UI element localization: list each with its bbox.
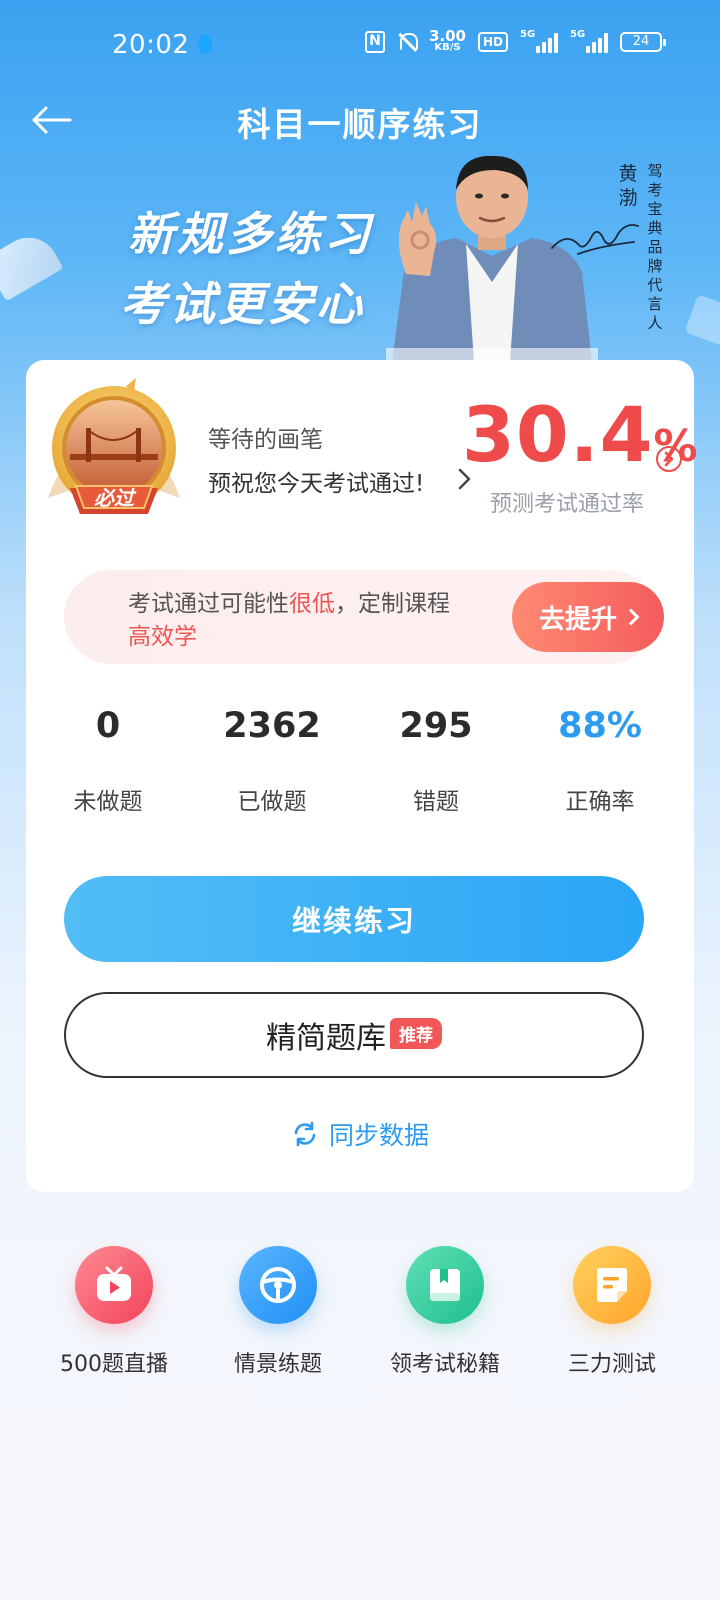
tool-shortcuts: 500题直播 情景练题 领考试秘籍 三力测试 bbox=[0, 1246, 720, 1386]
tool-exam-secrets[interactable]: 领考试秘籍 bbox=[361, 1246, 529, 1378]
mute-bell-icon bbox=[397, 31, 418, 53]
battery-icon: 24 bbox=[620, 32, 666, 52]
course-promo-banner[interactable]: 考试通过可能性很低，定制课程 高效学 去提升 bbox=[64, 570, 664, 664]
signal-2-label: 5G bbox=[570, 29, 586, 40]
tool-label: 500题直播 bbox=[60, 1352, 168, 1377]
stat-accuracy[interactable]: 88% 正确率 bbox=[520, 700, 680, 816]
tool-label: 领考试秘籍 bbox=[389, 1352, 500, 1377]
promo-text-after: ，定制课程 bbox=[335, 591, 450, 617]
signal-1-label: 5G bbox=[520, 29, 536, 40]
pass-rate-value: 30.4 bbox=[462, 390, 654, 479]
net-speed-unit: KB/S bbox=[434, 42, 461, 53]
simplified-bank-button[interactable]: 精简题库 推荐 bbox=[64, 992, 644, 1078]
stat-undone[interactable]: 0 未做题 bbox=[28, 700, 188, 816]
stat-label: 正确率 bbox=[565, 789, 635, 815]
practice-summary-card: 必过 等待的画笔 预祝您今天考试通过! 30.4 % 预测考试通过率 考试通过可… bbox=[26, 360, 698, 1192]
screen: 20:02 N 3.00 KB/S HD 5G 5G 24 科目一顺序练习 新规… bbox=[0, 0, 720, 1600]
book-icon bbox=[406, 1246, 484, 1324]
tool-label: 三力测试 bbox=[567, 1352, 656, 1377]
recommend-badge: 推荐 bbox=[390, 1017, 442, 1049]
status-time: 20:02 bbox=[112, 30, 190, 60]
promo-text: 考试通过可能性很低，定制课程 高效学 bbox=[128, 588, 488, 654]
simplified-bank-label: 精简题库 bbox=[266, 1021, 386, 1056]
status-bar: 20:02 N 3.00 KB/S HD 5G 5G 24 bbox=[0, 0, 720, 92]
stat-label: 错题 bbox=[413, 789, 459, 815]
medal-icon: 必过 bbox=[48, 378, 180, 514]
tool-scenario-practice[interactable]: 情景练题 bbox=[194, 1246, 362, 1378]
stat-done[interactable]: 2362 已做题 bbox=[192, 700, 352, 816]
improve-button[interactable]: 去提升 bbox=[512, 582, 664, 652]
continue-practice-button[interactable]: 继续练习 bbox=[64, 876, 644, 962]
paper-decoration-right bbox=[684, 294, 720, 346]
badge-label: 必过 bbox=[94, 486, 137, 510]
promo-text-highlight: 很低 bbox=[289, 591, 335, 617]
stat-value: 2362 bbox=[223, 706, 321, 746]
sync-icon bbox=[294, 1121, 316, 1147]
tool-label: 情景练题 bbox=[233, 1352, 322, 1377]
stat-label: 未做题 bbox=[73, 789, 143, 815]
status-icons: N 3.00 KB/S HD 5G 5G 24 bbox=[364, 27, 666, 54]
promo-text-line2: 高效学 bbox=[128, 624, 197, 650]
wish-text[interactable]: 预祝您今天考试通过! bbox=[208, 464, 424, 498]
app-notification-icon bbox=[198, 34, 212, 54]
stat-wrong[interactable]: 295 错题 bbox=[356, 700, 516, 816]
pass-badge: 必过 bbox=[40, 378, 188, 530]
pass-rate-detail-icon[interactable] bbox=[656, 446, 682, 472]
steering-wheel-icon bbox=[239, 1246, 317, 1324]
improve-button-label: 去提升 bbox=[538, 604, 617, 635]
tool-live-500[interactable]: 500题直播 bbox=[30, 1246, 198, 1378]
signal-2-icon: 5G bbox=[570, 29, 608, 53]
stat-value: 88% bbox=[558, 706, 642, 746]
stats-row: 0 未做题 2362 已做题 295 错题 88% 正确率 bbox=[26, 700, 694, 820]
document-icon bbox=[573, 1246, 651, 1324]
paper-decoration bbox=[0, 226, 64, 302]
promo-text-before: 考试通过可能性 bbox=[128, 591, 289, 617]
sync-data-button[interactable]: 同步数据 bbox=[26, 1116, 694, 1152]
hd-icon: HD bbox=[477, 32, 508, 52]
tool-three-ability-test[interactable]: 三力测试 bbox=[528, 1246, 696, 1378]
stat-value: 0 bbox=[95, 706, 121, 746]
pass-rate-label: 预测考试通过率 bbox=[490, 492, 645, 517]
stat-label: 已做题 bbox=[237, 789, 307, 815]
tv-play-icon bbox=[75, 1246, 153, 1324]
signal-1-icon: 5G bbox=[520, 29, 558, 53]
nfc-icon: N bbox=[364, 31, 385, 53]
endorser-name: 黄渤 bbox=[618, 163, 638, 209]
user-nickname: 等待的画笔 bbox=[208, 427, 323, 453]
chevron-right-icon bbox=[622, 608, 640, 626]
banner-slogan-line1: 新规多练习 bbox=[128, 207, 373, 261]
net-speed-value: 3.00 bbox=[428, 27, 466, 45]
page-title: 科目一顺序练习 bbox=[237, 105, 483, 144]
banner-slogan-line2: 考试更安心 bbox=[120, 277, 365, 331]
stat-value: 295 bbox=[399, 706, 473, 746]
sync-data-label: 同步数据 bbox=[328, 1121, 429, 1150]
endorser-role: 驾考宝典品牌代言人 bbox=[647, 162, 663, 332]
net-speed: 3.00 KB/S bbox=[428, 27, 466, 54]
endorser-signature bbox=[551, 224, 639, 255]
